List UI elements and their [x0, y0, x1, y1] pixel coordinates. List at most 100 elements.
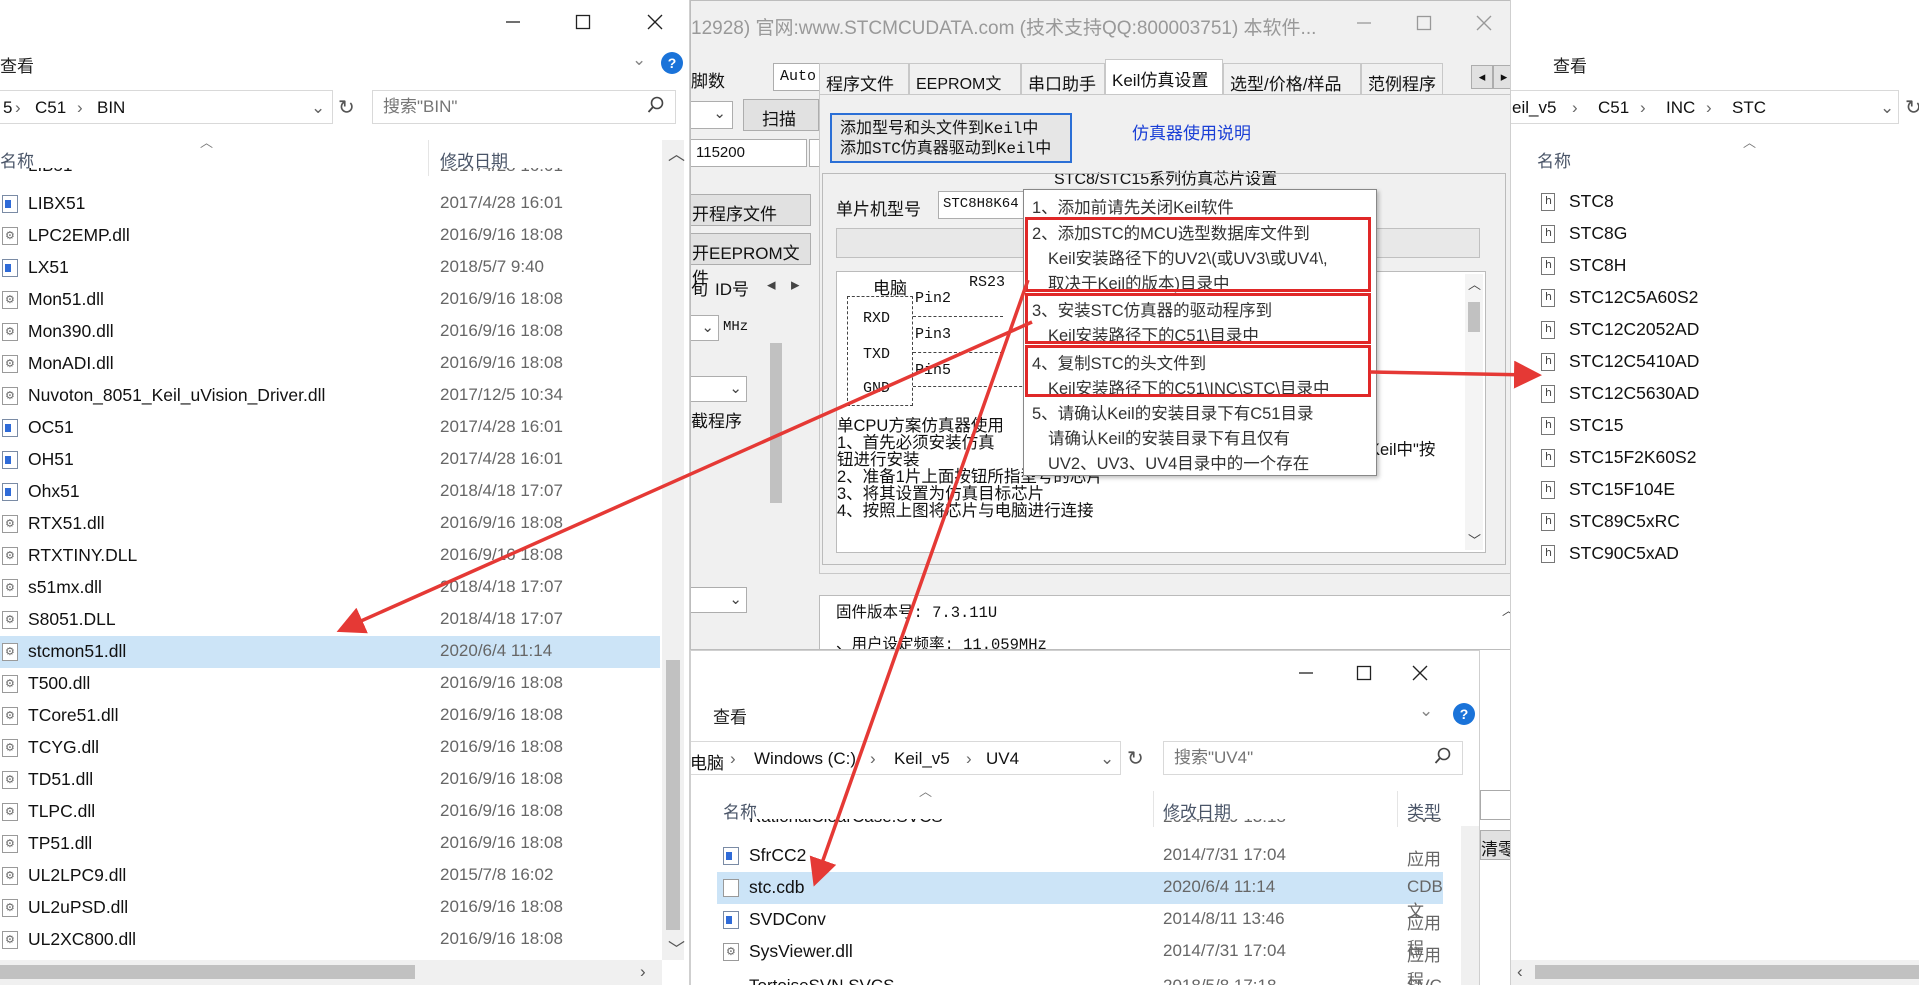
file-row[interactable]: SfrCC22014/7/31 17:04应用程 [717, 840, 1443, 894]
search-input[interactable] [1164, 742, 1403, 774]
file-row[interactable]: LX51 2018/5/7 9:40 [0, 252, 660, 284]
mcu-model-select[interactable]: STC8H8K64 [938, 191, 1034, 219]
view-menu[interactable]: 查看 [1553, 52, 1587, 77]
chevron-down-icon[interactable]: ⌄ [632, 50, 646, 70]
file-row[interactable]: STC90C5xAD [1511, 538, 1891, 570]
file-row[interactable]: STC12C5410AD [1511, 346, 1891, 378]
emulator-help-link[interactable]: 仿真器使用说明 [1132, 119, 1251, 144]
partial-row[interactable]: RationalClearCase.SVCS 2014/1/29 13:18 S… [717, 819, 1443, 831]
file-row[interactable]: OC51 2017/4/28 16:01 [0, 412, 660, 444]
tab-scroll-right-icon[interactable]: ▸ [791, 275, 800, 295]
file-row[interactable]: s51mx.dll 2018/4/18 17:07 [0, 572, 660, 604]
close-button[interactable] [1397, 657, 1443, 689]
file-row[interactable]: RTX51.dll 2016/9/16 18:08 [0, 508, 660, 540]
search-box[interactable] [1163, 741, 1463, 775]
file-row[interactable]: RTXTINY.DLL 2016/9/16 18:08 [0, 540, 660, 572]
file-row[interactable]: stcmon51.dll 2020/6/4 11:14 [0, 636, 660, 668]
maximize-button[interactable] [1341, 657, 1387, 689]
scroll-up-icon[interactable]: ︿ [668, 140, 685, 165]
refresh-icon[interactable]: ↻ [1905, 95, 1919, 120]
file-row[interactable]: STC8G [1511, 218, 1891, 250]
close-button[interactable] [1461, 7, 1507, 39]
vertical-scrollbar[interactable]: ︿ ﹀ [662, 140, 685, 960]
address-bar[interactable]: 电脑 › Windows (C:) › Keil_v5 › UV4 ⌄ [691, 741, 1121, 775]
file-row[interactable]: LPC2EMP.dll 2016/9/16 18:08 [0, 220, 660, 252]
minimize-button[interactable] [490, 6, 536, 38]
file-row[interactable]: STC8 [1511, 186, 1891, 218]
file-row[interactable]: STC15 [1511, 410, 1891, 442]
tab-eeprom-file[interactable]: EEPROM文件 [909, 63, 1021, 117]
open-program-button[interactable]: 开程序文件 [691, 194, 811, 226]
add-to-keil-button[interactable]: 添加型号和头文件到Keil中 添加STC仿真器驱动到Keil中 [830, 113, 1072, 163]
tab-example-programs[interactable]: 范例程序 [1361, 63, 1443, 95]
tab-selection-price[interactable]: 选型/价格/样品 [1223, 63, 1361, 95]
breadcrumb-segment[interactable]: Windows (C:) [754, 749, 856, 769]
file-row[interactable]: T500.dll 2016/9/16 18:08 [0, 668, 660, 700]
scroll-left-icon[interactable]: ‹ [1517, 962, 1523, 982]
help-icon[interactable]: ? [661, 52, 683, 74]
tab-program-file[interactable]: 程序文件 [819, 63, 909, 95]
help-icon[interactable]: ? [1453, 703, 1475, 725]
freq-select[interactable]: ⌄ [691, 315, 719, 341]
breadcrumb-segment[interactable]: INC [1666, 98, 1695, 118]
breadcrumb-segment[interactable]: BIN [97, 98, 125, 118]
file-row[interactable]: TP51.dll 2016/9/16 18:08 [0, 828, 660, 860]
file-row[interactable]: Ohx51 2018/4/18 17:07 [0, 476, 660, 508]
tab-scroll-left-icon[interactable]: ◂ [767, 275, 776, 295]
scroll-thumb[interactable] [0, 965, 415, 979]
scroll-down-icon[interactable]: ﹀ [1468, 530, 1481, 549]
file-row[interactable]: STC12C2052AD [1511, 314, 1891, 346]
file-row[interactable]: STC15F2K60S2 [1511, 442, 1891, 474]
partial-row[interactable]: LIB51 2017/4/28 16:01 [0, 168, 660, 180]
minimize-button[interactable] [1283, 657, 1329, 689]
file-row[interactable]: STC8H [1511, 250, 1891, 282]
partial-row[interactable]: TortoiseSVN.SVCS 2018/5/8 17:18 SVCS [717, 976, 1443, 985]
chevron-down-icon[interactable]: ⌄ [1100, 749, 1114, 769]
file-row[interactable]: MonADI.dll 2016/9/16 18:08 [0, 348, 660, 380]
horizontal-scrollbar[interactable]: › [0, 960, 662, 985]
baud-select[interactable]: 115200 [691, 139, 807, 167]
file-row[interactable]: UL2LPC9.dll 2015/7/8 16:02 [0, 860, 660, 892]
file-row[interactable]: TD51.dll 2016/9/16 18:08 [0, 764, 660, 796]
file-row[interactable]: stc.cdb 2020/6/4 11:14 CDB 文 [717, 872, 1443, 921]
minimize-button[interactable] [1341, 7, 1387, 39]
tab-keil-emulation[interactable]: Keil仿真设置 [1105, 59, 1223, 95]
horizontal-scrollbar[interactable]: ‹ [1511, 960, 1919, 985]
breadcrumb-segment[interactable]: UV4 [986, 749, 1019, 769]
file-row[interactable]: STC12C5A60S2 [1511, 282, 1891, 314]
column-header-name[interactable]: 名称 [1537, 147, 1571, 172]
scroll-right-icon[interactable]: › [640, 962, 646, 982]
port-select[interactable]: ⌄ [691, 101, 733, 129]
maximize-button[interactable] [1401, 7, 1447, 39]
address-bar[interactable]: 5 › C51 › BIN ⌄ [0, 90, 333, 124]
breadcrumb-segment[interactable]: 5 [3, 98, 12, 118]
open-eeprom-button[interactable]: 开EEPROM文件 [691, 233, 811, 288]
option-select[interactable]: ⌄ [691, 376, 747, 402]
options-scrollbar[interactable] [767, 313, 785, 545]
scroll-thumb[interactable] [666, 660, 680, 930]
mini-tab-prefix[interactable]: 旬 [691, 275, 708, 300]
file-row[interactable]: Mon51.dll 2016/9/16 18:08 [0, 284, 660, 316]
refresh-icon[interactable]: ↻ [1127, 746, 1144, 771]
instructions-scrollbar[interactable]: ︿ ﹀ [1465, 274, 1483, 550]
file-row[interactable]: UL2uPSD.dll 2016/9/16 18:08 [0, 892, 660, 924]
search-icon[interactable] [1434, 747, 1452, 770]
breadcrumb-segment[interactable]: C51 [35, 98, 66, 118]
search-icon[interactable] [647, 96, 665, 119]
file-row[interactable]: SVDConv 2014/8/11 13:46 应用程 [717, 904, 1443, 958]
breadcrumb-segment[interactable]: STC [1732, 98, 1766, 118]
tab-scroll-left-icon[interactable]: ◂ [1471, 65, 1493, 89]
chevron-down-icon[interactable]: ⌄ [1419, 701, 1433, 721]
scroll-thumb[interactable] [1468, 302, 1480, 332]
view-menu[interactable]: 查看 [713, 703, 747, 728]
file-row[interactable]: S8051.DLL 2018/4/18 17:07 [0, 604, 660, 636]
address-bar[interactable]: eil_v5 › C51 › INC › STC ⌄ [1511, 90, 1899, 124]
file-row[interactable]: TLPC.dll 2016/9/16 18:08 [0, 796, 660, 828]
maximize-button[interactable] [560, 6, 606, 38]
option-select[interactable]: ⌄ [691, 587, 747, 613]
scroll-thumb[interactable] [770, 343, 782, 503]
breadcrumb-segment[interactable]: C51 [1598, 98, 1629, 118]
file-row[interactable]: Nuvoton_8051_Keil_uVision_Driver.dll 2017… [0, 380, 660, 412]
file-row[interactable]: Mon390.dll 2016/9/16 18:08 [0, 316, 660, 348]
view-menu[interactable]: 查看 [0, 52, 34, 77]
